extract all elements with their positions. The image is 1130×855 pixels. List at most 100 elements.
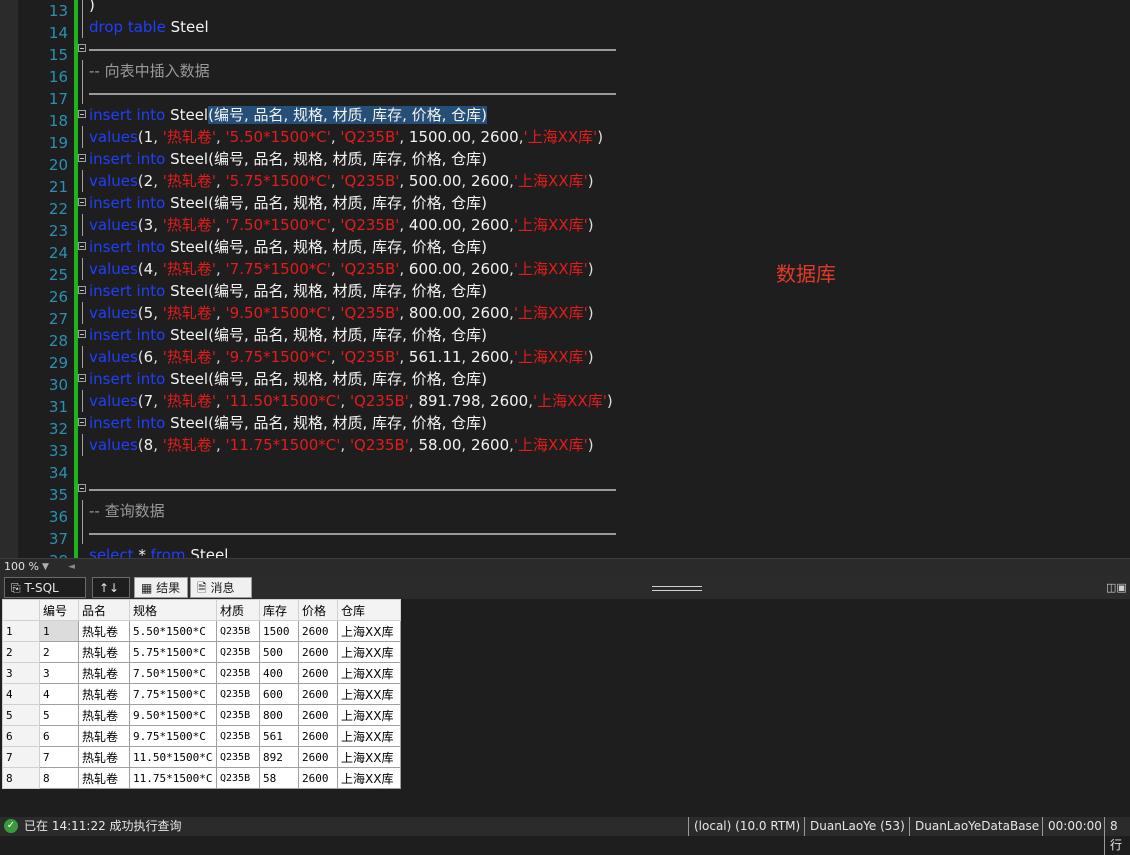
table-cell[interactable]: Q235B <box>216 746 260 768</box>
table-row[interactable]: 6 6 热轧卷 9.75*1500*C Q235B 561 2600 上海XX库 <box>2 725 401 747</box>
row-number[interactable]: 8 <box>2 767 40 789</box>
scroll-left-icon[interactable]: ◄ <box>68 559 75 575</box>
code-line[interactable]: values(4, '热轧卷', '7.75*1500*C', 'Q235B',… <box>78 258 1078 280</box>
code-line[interactable] <box>78 82 1078 104</box>
table-cell[interactable]: Q235B <box>216 704 260 726</box>
column-header[interactable]: 价格 <box>298 599 338 621</box>
table-cell[interactable]: Q235B <box>216 767 260 789</box>
collapse-icon[interactable] <box>78 484 86 492</box>
table-cell[interactable]: 2600 <box>298 746 338 768</box>
table-cell[interactable]: Q235B <box>216 662 260 684</box>
collapse-icon[interactable] <box>78 44 86 52</box>
table-cell[interactable]: 1 <box>39 620 79 642</box>
zoom-level[interactable]: 100 % <box>0 559 62 575</box>
sql-editor[interactable]: 13 14 15 16 17 18 19 20 21 22 23 24 25 26 27 28 29 30 31 32… <box>0 0 1130 558</box>
row-number[interactable]: 4 <box>2 683 40 705</box>
code-line[interactable]: insert into Steel(编号, 品名, 规格, 材质, 库存, 价格… <box>78 148 1078 170</box>
table-cell[interactable]: Q235B <box>216 620 260 642</box>
table-cell[interactable]: 11.50*1500*C <box>129 746 217 768</box>
table-cell[interactable]: 6 <box>39 725 79 747</box>
code-line[interactable]: ) <box>78 0 1078 16</box>
table-cell[interactable]: 2600 <box>298 620 338 642</box>
pane-splitter[interactable] <box>652 586 702 591</box>
code-line[interactable]: values(3, '热轧卷', '7.50*1500*C', 'Q235B',… <box>78 214 1078 236</box>
table-cell[interactable]: 5.50*1500*C <box>129 620 217 642</box>
column-header[interactable]: 编号 <box>39 599 79 621</box>
code-line[interactable] <box>78 478 1078 500</box>
chevron-down-icon[interactable]: ▼ <box>42 559 49 575</box>
table-cell[interactable]: 11.75*1500*C <box>129 767 217 789</box>
code-line[interactable] <box>78 38 1078 60</box>
table-cell[interactable]: 4 <box>39 683 79 705</box>
table-cell[interactable]: 2 <box>39 641 79 663</box>
table-cell[interactable]: 9.75*1500*C <box>129 725 217 747</box>
table-cell[interactable]: 600 <box>259 683 299 705</box>
table-cell[interactable]: 500 <box>259 641 299 663</box>
code-line[interactable] <box>78 456 1078 478</box>
table-cell[interactable]: 上海XX库 <box>337 641 401 663</box>
collapse-icon[interactable] <box>78 198 86 206</box>
code-line[interactable]: values(1, '热轧卷', '5.50*1500*C', 'Q235B',… <box>78 126 1078 148</box>
table-row[interactable]: 3 3 热轧卷 7.50*1500*C Q235B 400 2600 上海XX库 <box>2 662 401 684</box>
table-cell[interactable]: 9.50*1500*C <box>129 704 217 726</box>
tab-sort[interactable]: ↑↓ <box>92 577 130 598</box>
table-cell[interactable]: 800 <box>259 704 299 726</box>
table-cell[interactable]: 2600 <box>298 767 338 789</box>
table-cell[interactable]: 热轧卷 <box>78 683 130 705</box>
table-row[interactable]: 2 2 热轧卷 5.75*1500*C Q235B 500 2600 上海XX库 <box>2 641 401 663</box>
table-cell[interactable]: 58 <box>259 767 299 789</box>
tab-results[interactable]: ▦ 结果 <box>134 577 188 598</box>
table-cell[interactable]: 上海XX库 <box>337 767 401 789</box>
column-header[interactable]: 仓库 <box>337 599 401 621</box>
table-cell[interactable]: Q235B <box>216 641 260 663</box>
row-number[interactable]: 3 <box>2 662 40 684</box>
collapse-icon[interactable] <box>78 330 86 338</box>
table-cell[interactable]: 上海XX库 <box>337 683 401 705</box>
row-number[interactable]: 2 <box>2 641 40 663</box>
table-cell[interactable]: 热轧卷 <box>78 746 130 768</box>
table-cell[interactable]: 2600 <box>298 641 338 663</box>
row-number[interactable]: 5 <box>2 704 40 726</box>
collapse-icon[interactable] <box>78 374 86 382</box>
table-cell[interactable]: 上海XX库 <box>337 746 401 768</box>
collapse-icon[interactable] <box>78 418 86 426</box>
column-header[interactable]: 材质 <box>216 599 260 621</box>
table-cell[interactable]: 8 <box>39 767 79 789</box>
table-cell[interactable]: 2600 <box>298 725 338 747</box>
table-cell[interactable]: 上海XX库 <box>337 662 401 684</box>
collapse-icon[interactable] <box>78 154 86 162</box>
code-line[interactable]: values(6, '热轧卷', '9.75*1500*C', 'Q235B',… <box>78 346 1078 368</box>
collapse-icon[interactable] <box>78 242 86 250</box>
table-cell[interactable]: 5.75*1500*C <box>129 641 217 663</box>
tab-tsql[interactable]: ⎘ T-SQL <box>4 577 86 598</box>
code-line[interactable]: drop table Steel <box>78 16 1078 38</box>
table-row[interactable]: 4 4 热轧卷 7.75*1500*C Q235B 600 2600 上海XX库 <box>2 683 401 705</box>
table-cell[interactable]: 热轧卷 <box>78 704 130 726</box>
table-cell[interactable]: 7 <box>39 746 79 768</box>
code-line[interactable]: insert into Steel(编号, 品名, 规格, 材质, 库存, 价格… <box>78 412 1078 434</box>
table-cell[interactable]: 561 <box>259 725 299 747</box>
table-cell[interactable]: 1500 <box>259 620 299 642</box>
table-cell[interactable]: 2600 <box>298 704 338 726</box>
table-cell[interactable]: 热轧卷 <box>78 767 130 789</box>
column-header[interactable]: 规格 <box>129 599 217 621</box>
code-line[interactable]: values(5, '热轧卷', '9.50*1500*C', 'Q235B',… <box>78 302 1078 324</box>
table-cell[interactable]: 7.75*1500*C <box>129 683 217 705</box>
code-line[interactable]: select * from Steel <box>78 544 1078 558</box>
code-line[interactable]: values(7, '热轧卷', '11.50*1500*C', 'Q235B'… <box>78 390 1078 412</box>
table-cell[interactable]: 892 <box>259 746 299 768</box>
table-cell[interactable]: 上海XX库 <box>337 620 401 642</box>
code-line[interactable]: insert into Steel(编号, 品名, 规格, 材质, 库存, 价格… <box>78 192 1078 214</box>
column-header[interactable]: 品名 <box>78 599 130 621</box>
table-cell[interactable]: 热轧卷 <box>78 641 130 663</box>
table-cell[interactable]: 2600 <box>298 683 338 705</box>
code-line[interactable]: insert into Steel(编号, 品名, 规格, 材质, 库存, 价格… <box>78 104 1078 126</box>
table-cell[interactable]: 400 <box>259 662 299 684</box>
code-area[interactable]: ) drop table Steel -- 向表中插入数据 insert into S… <box>78 0 1078 558</box>
row-number[interactable]: 6 <box>2 725 40 747</box>
table-cell[interactable]: 2600 <box>298 662 338 684</box>
code-line[interactable]: -- 查询数据 <box>78 500 1078 522</box>
code-line[interactable]: insert into Steel(编号, 品名, 规格, 材质, 库存, 价格… <box>78 324 1078 346</box>
table-cell[interactable]: 上海XX库 <box>337 725 401 747</box>
table-cell[interactable]: 热轧卷 <box>78 725 130 747</box>
